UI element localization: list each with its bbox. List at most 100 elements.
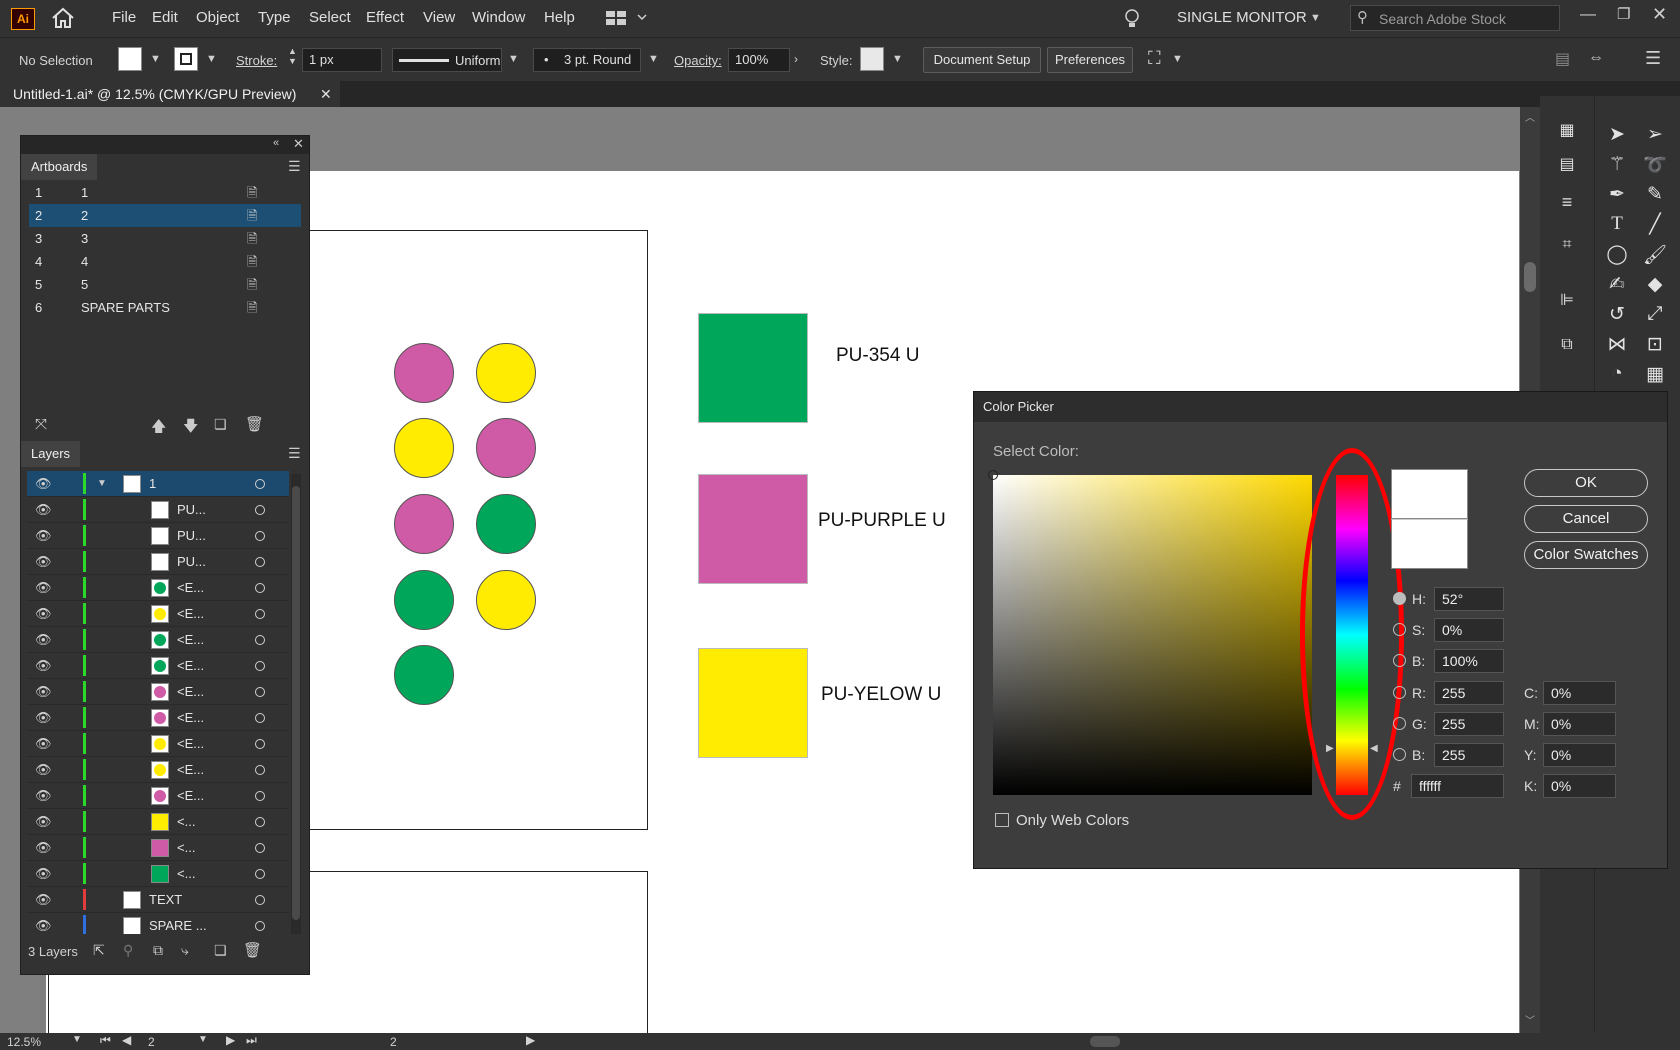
selection-tool-icon[interactable]: ➤ <box>1603 123 1631 146</box>
layer-row[interactable]: 👁 <E... <box>27 627 289 653</box>
layer-row[interactable]: 👁 <E... <box>27 679 289 705</box>
layer-name[interactable]: <E... <box>177 653 204 678</box>
visibility-eye-icon[interactable]: 👁 <box>35 575 52 600</box>
menu-file[interactable]: File <box>112 9 136 26</box>
move-up-icon[interactable]: 🡅 <box>151 416 166 441</box>
width-tool-icon[interactable]: ⋈ <box>1603 333 1631 356</box>
purple-swatch[interactable] <box>698 474 808 584</box>
visibility-eye-icon[interactable]: 👁 <box>35 601 52 626</box>
transform-icon[interactable]: ⌗ <box>1553 236 1581 254</box>
target-icon[interactable] <box>255 739 265 749</box>
artboard-options-icon[interactable]: 🗎 <box>247 250 257 273</box>
artboard-options-icon[interactable]: 🗎 <box>247 296 257 319</box>
artboard-row[interactable]: 4 4 🗎 <box>29 250 301 273</box>
yellow-circle[interactable] <box>476 343 536 403</box>
green-input[interactable]: 255 <box>1434 712 1504 736</box>
style-swatch[interactable] <box>860 47 884 71</box>
distribute-icon[interactable]: ⇔ <box>1588 49 1604 67</box>
layer-row[interactable]: 👁 <E... <box>27 757 289 783</box>
status-arrow-icon[interactable]: ▶ <box>526 1033 535 1047</box>
stroke-stepper-icon[interactable]: ▲ ▼ <box>288 46 297 66</box>
locate-object-icon[interactable]: ⚲ <box>123 942 133 959</box>
visibility-eye-icon[interactable]: 👁 <box>35 783 52 808</box>
document-setup-button[interactable]: Document Setup <box>923 47 1041 73</box>
target-icon[interactable] <box>255 635 265 645</box>
close-window-icon[interactable]: ✕ <box>1652 4 1667 25</box>
layer-name[interactable]: <... <box>177 861 195 886</box>
ellipse-tool-icon[interactable]: ◯ <box>1603 243 1631 266</box>
green-radio[interactable] <box>1393 717 1406 730</box>
visibility-eye-icon[interactable]: 👁 <box>35 913 52 934</box>
target-icon[interactable] <box>255 765 265 775</box>
fill-swatch[interactable] <box>118 47 142 71</box>
visibility-eye-icon[interactable]: 👁 <box>35 835 52 860</box>
scroll-down-icon[interactable]: ﹀ <box>1525 1012 1535 1027</box>
layer-row[interactable]: 👁 <E... <box>27 783 289 809</box>
layer-row[interactable]: 👁 <E... <box>27 601 289 627</box>
stroke-label[interactable]: Stroke: <box>236 53 277 68</box>
visibility-eye-icon[interactable]: 👁 <box>35 523 52 548</box>
visibility-eye-icon[interactable]: 👁 <box>35 549 52 574</box>
target-icon[interactable] <box>255 687 265 697</box>
artboard-number[interactable]: 2 <box>148 1035 155 1049</box>
target-icon[interactable] <box>255 479 265 489</box>
target-icon[interactable] <box>255 817 265 827</box>
hue-input[interactable]: 52° <box>1434 587 1504 611</box>
artboard-options-icon[interactable]: 🗎 <box>247 204 257 227</box>
layer-name[interactable]: PU... <box>177 523 206 548</box>
layer-row[interactable]: 👁 <E... <box>27 575 289 601</box>
rearrange-artboards-icon[interactable]: ⤧ <box>35 416 47 433</box>
style-dropdown-icon[interactable]: ▼ <box>892 53 903 65</box>
layer-name[interactable]: PU... <box>177 549 206 574</box>
libraries-icon[interactable]: ▦ <box>1553 120 1581 140</box>
last-artboard-icon[interactable]: ⏭ <box>246 1033 257 1048</box>
opacity-label[interactable]: Opacity: <box>674 53 722 68</box>
web-colors-checkbox[interactable] <box>995 813 1009 827</box>
horizontal-scroll-thumb[interactable] <box>1090 1036 1120 1047</box>
pathfinder-icon[interactable]: ⧉ <box>1553 336 1581 354</box>
layer-row[interactable]: 👁 <E... <box>27 653 289 679</box>
shape-builder-icon[interactable]: ◔ <box>1603 363 1631 385</box>
green-circle[interactable] <box>394 645 454 705</box>
saturation-input[interactable]: 0% <box>1434 618 1504 642</box>
close-panel-icon[interactable]: ✕ <box>293 136 304 152</box>
brightness-input[interactable]: 100% <box>1434 649 1504 673</box>
layers-scrollbar[interactable] <box>291 474 301 934</box>
new-artboard-icon[interactable]: ❏ <box>214 416 227 433</box>
target-icon[interactable] <box>255 869 265 879</box>
visibility-eye-icon[interactable]: 👁 <box>35 627 52 652</box>
export-icon[interactable]: ⇱ <box>93 942 105 959</box>
color-field[interactable] <box>988 470 1312 795</box>
blue-input[interactable]: 255 <box>1434 743 1504 767</box>
home-icon[interactable] <box>50 6 76 30</box>
layer-name[interactable]: <E... <box>177 731 204 756</box>
artboard-2[interactable] <box>265 230 648 830</box>
scroll-up-icon[interactable]: ︿ <box>1525 109 1535 124</box>
menu-select[interactable]: Select <box>309 9 351 26</box>
search-field[interactable]: ⚲ Search Adobe Stock <box>1350 5 1560 31</box>
menu-edit[interactable]: Edit <box>152 9 178 26</box>
yellow-input[interactable]: 0% <box>1543 743 1616 767</box>
artboard-row[interactable]: 5 5 🗎 <box>29 273 301 296</box>
layer-name[interactable]: SPARE ... <box>149 913 207 934</box>
rotate-tool-icon[interactable]: ↺ <box>1603 303 1631 326</box>
artboard-options-icon[interactable]: 🗎 <box>247 227 257 250</box>
visibility-eye-icon[interactable]: 👁 <box>35 861 52 886</box>
tab-layers[interactable]: Layers <box>21 441 81 467</box>
properties-icon[interactable]: ▤ <box>1553 154 1581 174</box>
target-icon[interactable] <box>255 843 265 853</box>
artboards-menu-icon[interactable]: ☰ <box>288 158 301 175</box>
visibility-eye-icon[interactable]: 👁 <box>35 497 52 522</box>
menu-help[interactable]: Help <box>544 9 575 26</box>
target-icon[interactable] <box>255 661 265 671</box>
tab-artboards[interactable]: Artboards <box>21 154 98 180</box>
layer-row[interactable]: 👁 <... <box>27 809 289 835</box>
artboard-row[interactable]: 6 SPARE PARTS 🗎 <box>29 296 301 319</box>
direct-selection-tool-icon[interactable]: ➢ <box>1641 123 1669 146</box>
new-layer-icon[interactable]: ❏ <box>214 942 227 959</box>
chevron-down-icon[interactable]: ▼ <box>1310 12 1321 24</box>
layer-row[interactable]: 👁 <E... <box>27 731 289 757</box>
target-icon[interactable] <box>255 557 265 567</box>
layer-name[interactable]: <E... <box>177 679 204 704</box>
type-tool-icon[interactable]: T <box>1603 213 1631 235</box>
